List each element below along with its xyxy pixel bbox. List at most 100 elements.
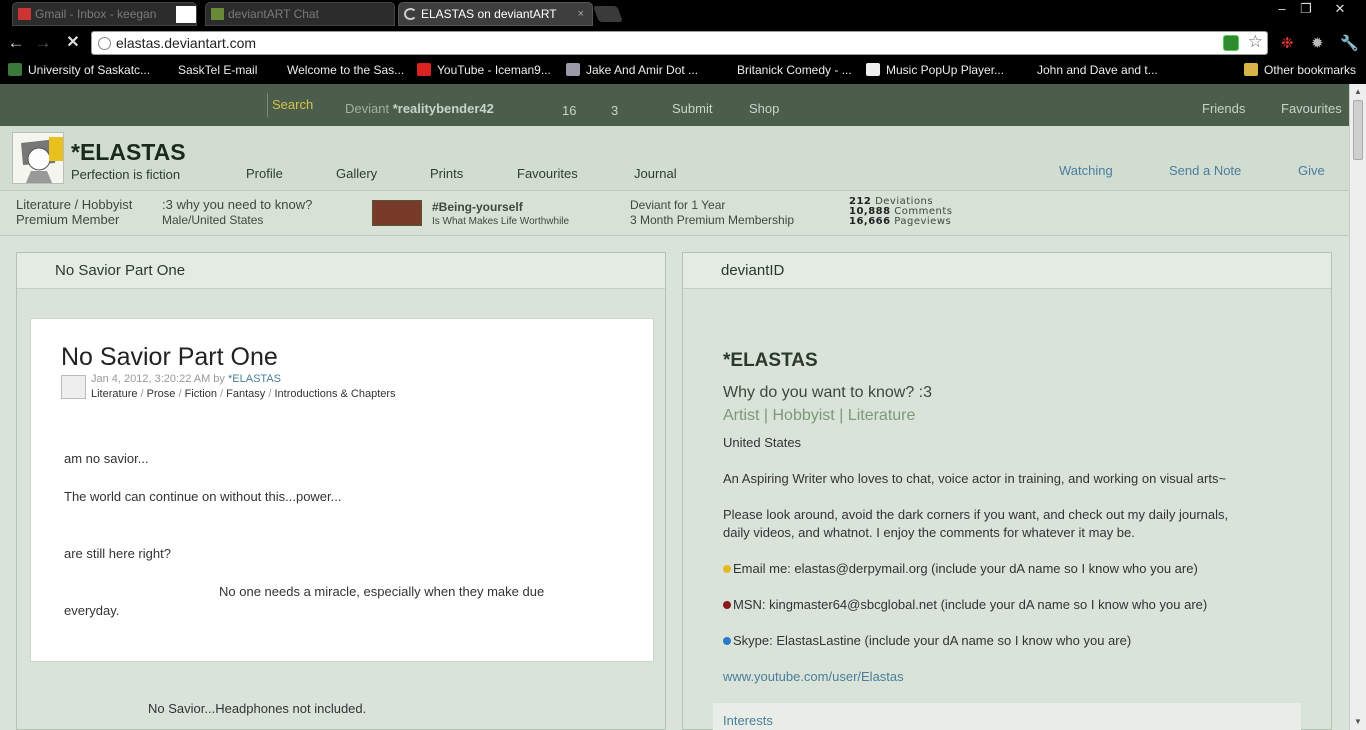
restore-button[interactable]: ❐ (1292, 0, 1320, 18)
document-meta: Jan 4, 2012, 3:20:22 AM by *ELASTAS (91, 373, 281, 385)
page-scrollbar[interactable]: ▲ ▼ (1349, 84, 1366, 730)
scroll-down-icon[interactable]: ▼ (1354, 717, 1362, 726)
forward-icon[interactable]: → (32, 33, 54, 53)
bookmark-label: Jake And Amir Dot ... (586, 63, 699, 77)
close-window-button[interactable]: ✕ (1326, 0, 1354, 18)
other-bookmarks[interactable]: Other bookmarks (1244, 63, 1356, 77)
youtube-link[interactable]: www.youtube.com/user/Elastas (723, 669, 904, 684)
favourites-link[interactable]: Favourites (1281, 101, 1342, 116)
deviant-prefix: Deviant (345, 101, 390, 116)
bookmark-label: University of Saskatc... (28, 63, 151, 77)
tab-prints[interactable]: Prints (430, 166, 463, 181)
bio-text: daily videos, and whatnot. I enjoy the c… (723, 525, 1135, 540)
bookmark-icon (566, 63, 580, 76)
watching-button[interactable]: Watching (1059, 163, 1113, 178)
tab-label: deviantART Chat (228, 7, 319, 21)
bookmark-item[interactable]: University of Saskatc... (8, 63, 150, 77)
badge-title[interactable]: #Being-yourself (432, 200, 523, 214)
badge-subtitle: Is What Makes Life Worthwhile (432, 216, 570, 227)
bookmark-icon (866, 63, 880, 76)
deviant-name: *realitybender42 (392, 101, 494, 116)
back-icon[interactable]: ← (5, 33, 27, 53)
deviantid-tagline: Why do you want to know? :3 (723, 384, 932, 401)
close-tab-icon[interactable]: × (578, 3, 584, 25)
deviant-user[interactable]: Deviant *realitybender42 (345, 101, 494, 116)
bookmark-label: Welcome to the Sas... (287, 63, 405, 77)
extension-red-icon[interactable]: ❉ (1281, 34, 1294, 52)
bio-text: An Aspiring Writer who loves to chat, vo… (723, 471, 1227, 486)
bookmark-label: Music PopUp Player... (886, 63, 1005, 77)
address-bar[interactable]: elastas.deviantart.com ☆ (91, 31, 1268, 55)
bio-text: Please look around, avoid the dark corne… (723, 507, 1229, 522)
deviant-for-text: Deviant for 1 Year (630, 198, 726, 212)
bookmark-item[interactable]: Jake And Amir Dot ... (566, 63, 698, 77)
wrench-icon[interactable]: 🔧 (1340, 34, 1359, 52)
new-tab-button[interactable] (593, 6, 623, 22)
tab-elastas[interactable]: ELASTAS on deviantART × (398, 2, 593, 26)
avatar[interactable] (12, 132, 64, 184)
bookmark-label: Other bookmarks (1264, 63, 1357, 77)
give-button[interactable]: Give (1298, 163, 1325, 178)
redaction-box (176, 6, 196, 23)
author-avatar[interactable] (61, 375, 86, 399)
chat-icon (211, 8, 224, 20)
submit-link[interactable]: Submit (672, 101, 712, 116)
bookmark-item[interactable]: SaskTel E-mail (178, 63, 257, 77)
url-text[interactable]: elastas.deviantart.com (116, 35, 256, 51)
tab-profile[interactable]: Profile (246, 166, 283, 181)
bookmark-item[interactable]: Britanick Comedy - ... (737, 63, 852, 77)
category-link[interactable]: Fantasy (226, 388, 265, 400)
panel-title: deviantID (683, 253, 1331, 289)
bookmark-item[interactable]: Welcome to the Sas... (287, 63, 404, 77)
bookmark-label: Britanick Comedy - ... (737, 63, 852, 77)
document-line: everyday. (64, 603, 120, 618)
stat-number: 16,666 (849, 216, 891, 227)
being-yourself-badge[interactable] (372, 200, 422, 226)
category-link[interactable]: Fiction (185, 388, 217, 400)
bookmark-star-icon[interactable]: ☆ (1248, 32, 1263, 52)
email-line: Email me: elastas@derpymail.org (include… (723, 561, 1198, 576)
extension-icon[interactable] (1223, 35, 1239, 51)
bookmarks-bar: University of Saskatc... SaskTel E-mail … (0, 58, 1366, 84)
shop-link[interactable]: Shop (749, 101, 779, 116)
interests-heading[interactable]: Interests (723, 713, 773, 728)
send-note-button[interactable]: Send a Note (1169, 163, 1241, 178)
skype-text: Skype: ElastasLastine (include your dA n… (733, 633, 1132, 648)
author-link[interactable]: *ELASTAS (228, 373, 281, 385)
stat-pageviews[interactable]: 16,666 Pageviews (849, 216, 951, 227)
tab-favourites[interactable]: Favourites (517, 166, 578, 181)
profile-name[interactable]: *ELASTAS (71, 139, 186, 166)
interests-section: Interests (713, 703, 1301, 730)
friends-link[interactable]: Friends (1202, 101, 1245, 116)
tab-gmail[interactable]: Gmail - Inbox - keegan (12, 2, 197, 26)
browser-chrome: Gmail - Inbox - keegan deviantART Chat E… (0, 0, 1366, 84)
notice-count[interactable]: 3 (611, 103, 618, 118)
red-dot-icon (723, 601, 731, 609)
tab-label: Gmail - Inbox - keegan (35, 7, 157, 21)
category-link[interactable]: Literature (91, 388, 137, 400)
scroll-thumb[interactable] (1353, 100, 1363, 160)
category-text: Literature / Hobbyist (16, 197, 133, 212)
tab-journal[interactable]: Journal (634, 166, 677, 181)
email-text: Email me: elastas@derpymail.org (include… (733, 561, 1198, 576)
deviantid-type: Artist | Hobbyist | Literature (723, 407, 916, 424)
tab-deviantart-chat[interactable]: deviantART Chat (205, 2, 395, 26)
bookmark-item[interactable]: Music PopUp Player... (866, 63, 1004, 77)
location-text: Male/United States (162, 213, 264, 227)
loading-icon (404, 8, 417, 20)
category-link[interactable]: Introductions & Chapters (274, 388, 395, 400)
category-link[interactable]: Prose (147, 388, 176, 400)
tab-gallery[interactable]: Gallery (336, 166, 377, 181)
stop-icon[interactable]: ✕ (62, 33, 84, 53)
msn-text: MSN: kingmaster64@sbcglobal.net (include… (733, 597, 1208, 612)
bookmark-item[interactable]: YouTube - Iceman9... (417, 63, 551, 77)
bookmark-item[interactable]: John and Dave and t... (1037, 63, 1158, 77)
extension-spark-icon[interactable]: ✹ (1311, 34, 1324, 52)
deviantid-country: United States (723, 435, 802, 450)
message-count[interactable]: 16 (562, 103, 576, 118)
search-link[interactable]: Search (267, 93, 313, 117)
document-title[interactable]: No Savior Part One (61, 343, 278, 372)
scroll-up-icon[interactable]: ▲ (1354, 87, 1362, 96)
panel-title: No Savior Part One (17, 253, 665, 289)
stat-label: Pageviews (894, 216, 952, 227)
